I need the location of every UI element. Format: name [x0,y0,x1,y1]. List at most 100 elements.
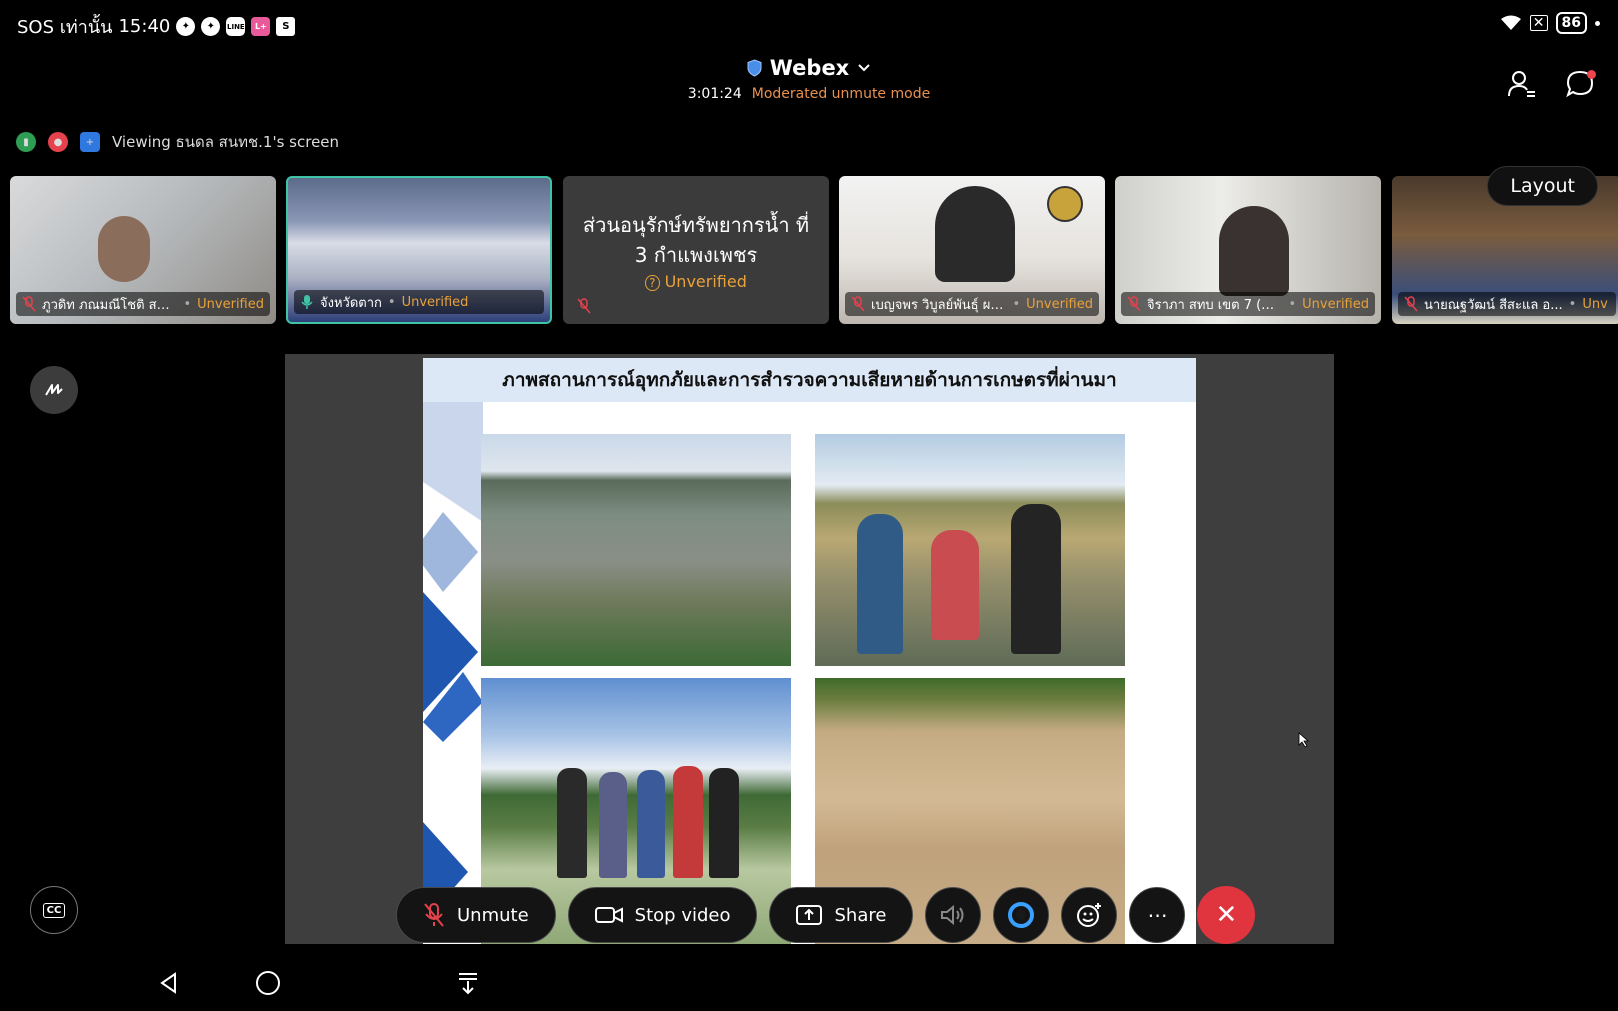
mouse-pointer-icon [1298,732,1310,748]
elapsed-time: 3:01:24 [687,86,742,102]
participant-tile[interactable]: ภูวดิท ภณมณีโชติ สนง.... • Unverified [10,176,276,324]
chevron-down-icon [858,64,870,72]
battery-indicator: 86 [1555,12,1587,34]
stop-video-label: Stop video [634,904,731,926]
participant-label: นายณฐวัฒน์ สีสะแล อ... • Unv [1398,292,1616,316]
android-nav-bar [0,968,1618,1008]
participant-tile[interactable]: เบญจพร วิบูลย์พันธุ์ ผอ ... • Unverified [839,176,1105,324]
add-calendar-icon[interactable]: + [80,132,100,152]
slide-decoration [423,402,483,922]
participant-name: จังหวัดตาก [320,295,382,311]
mic-off-icon [22,296,36,312]
shop-icon: S [276,17,296,36]
shared-screen[interactable]: ภาพสถานการณ์อุทกภัยและการสำรวจความเสียหา… [285,354,1334,944]
pull-down-icon [459,973,477,995]
app-title: Webex [769,56,850,80]
share-label: Share [834,904,887,926]
participant-label: เบญจพร วิบูลย์พันธุ์ ผอ ... • Unverified [845,292,1099,316]
no-sim-icon: ✕ [1529,15,1548,31]
meeting-meta: 3:01:24 Moderated unmute mode [0,86,1618,102]
messenger-icon: ✦ [201,17,221,36]
reactions-button[interactable] [1061,887,1118,943]
participant-name: นายณฐวัฒน์ สีสะแล อ... [1424,297,1563,313]
stop-video-button[interactable]: Stop video [567,887,758,943]
mic-off-icon [1127,296,1141,312]
separator: • [1568,296,1577,312]
clock: 15:40 [118,16,171,37]
participant-tile[interactable]: จิราภา สทบ เขต 7 (กำแ... • Unverified [1115,176,1381,324]
verification-status: Unverified [1026,296,1093,312]
presentation-slide: ภาพสถานการณ์อุทกภัยและการสำรวจความเสียหา… [423,358,1196,944]
back-button[interactable] [154,968,184,998]
webex-assistant-button[interactable] [993,887,1050,943]
notifications-button[interactable] [453,968,483,998]
participant-display-name: ส่วนอนุรักษ์ทรัพยากรน้ำ ที่ 3 กำแพงเพชร [582,212,810,267]
viewing-label: Viewing ธนดล สนทช.1's screen [112,133,340,151]
participant-label: ภูวดิท ภณมณีโชติ สนง.... • Unverified [16,292,270,316]
verification-status: Unverified [401,294,469,310]
lineplus-icon: L+ [251,17,271,36]
unmute-mode-label: Moderated unmute mode [751,86,931,102]
closed-captions-button[interactable]: CC [30,886,78,934]
more-options-button[interactable]: ⋯ [1129,887,1186,943]
unmute-button[interactable]: Unmute [396,887,556,943]
line-icon: LINE [226,17,246,36]
participant-strip: ภูวดิท ภณมณีโชติ สนง.... • Unverified จั… [10,176,1618,326]
share-button[interactable]: Share [769,887,914,943]
participant-label: จังหวัดตาก • Unverified [294,290,544,314]
participant-tile-active[interactable]: จังหวัดตาก • Unverified [286,176,552,324]
verification-status: Unverified [197,296,264,312]
info-circle-icon: ? [645,274,660,291]
participants-button[interactable] [1506,68,1538,100]
app-title-row[interactable]: Webex [0,56,1618,80]
slide-title: ภาพสถานการณ์อุทกภัยและการสำรวจความเสียหา… [423,358,1196,402]
close-icon: ✕ [1215,900,1238,930]
separator: • [1288,296,1297,312]
participant-video [98,216,150,282]
more-options-icon: ⋯ [1147,903,1168,927]
carrier-text: SOS เท่านั้น [17,17,113,38]
smiley-plus-icon [1077,903,1102,927]
separator: • [1012,296,1021,312]
mic-off-icon [851,296,865,312]
participants-icon [1508,71,1535,97]
shield-icon [747,59,762,77]
messenger-icon: ✦ [176,17,196,36]
unmute-label: Unmute [457,904,529,926]
flooded-fields-photo [481,434,791,666]
separator: • [183,296,192,312]
leave-meeting-button[interactable]: ✕ [1197,886,1256,944]
video-camera-icon [594,907,623,923]
emblem-logo [1047,186,1083,222]
header-actions [1506,68,1596,100]
layout-button[interactable]: Layout [1487,166,1598,206]
participant-name: จิราภา สทบ เขต 7 (กำแ... [1147,297,1283,313]
annotate-button[interactable] [30,366,78,414]
status-left: SOS เท่านั้น 15:40 ✦ ✦ LINE L+ S [17,12,296,41]
participant-name: เบญจพร วิบูลย์พันธุ์ ผอ ... [871,297,1007,313]
speaker-icon [941,904,964,926]
wifi-icon [1500,15,1521,30]
participant-video [935,186,1015,282]
participant-tile-no-video[interactable]: ส่วนอนุรักษ์ทรัพยากรน้ำ ที่ 3 กำแพงเพชร … [563,176,829,324]
recording-icon[interactable]: ● [48,132,68,152]
pen-squiggle-icon [45,384,63,396]
webex-logo-icon [1008,902,1035,928]
stats-icon[interactable]: ▮ [16,132,36,152]
verification-status: Unverified [1302,296,1369,312]
meeting-toolbar: Unmute Stop video Share ⋯ ✕ [396,886,1256,944]
separator: • [387,294,396,310]
status-bar: SOS เท่านั้น 15:40 ✦ ✦ LINE L+ S ✕ 86 [0,0,1618,48]
share-screen-icon [796,905,823,925]
verification-status: ? Unverified [645,272,747,291]
participant-label: จิราภา สทบ เขต 7 (กำแ... • Unverified [1121,292,1375,316]
chat-unread-badge [1587,70,1596,79]
mic-off-icon [424,903,444,927]
participant-video [1219,206,1289,296]
mic-off-icon [577,298,591,314]
meeting-header: Webex 3:01:24 Moderated unmute mode [0,56,1618,102]
flood-survey-team-photo [815,434,1125,666]
chat-button[interactable] [1564,68,1596,100]
speaker-button[interactable] [925,887,982,943]
home-button[interactable] [253,968,283,998]
